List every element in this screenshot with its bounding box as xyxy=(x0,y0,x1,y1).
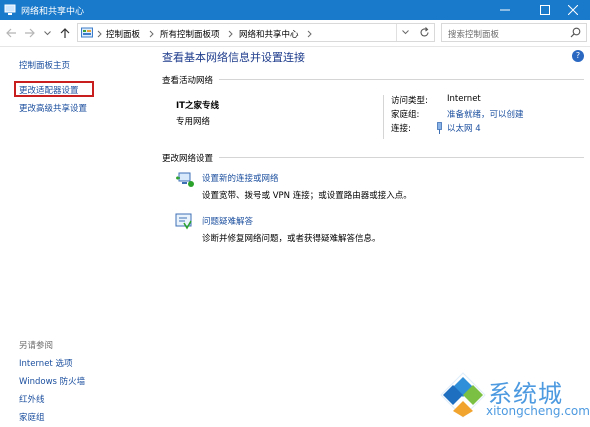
task-troubleshoot-link[interactable]: 问题疑难解答 xyxy=(202,215,253,227)
ethernet-icon xyxy=(437,122,442,134)
sidebar-item-infrared[interactable]: 红外线 xyxy=(19,393,45,405)
connection-label: 连接: xyxy=(391,124,411,134)
search-placeholder: 搜索控制面板 xyxy=(448,30,500,40)
homegroup-link[interactable]: 准备就绪，可以创建 xyxy=(447,108,524,120)
sidebar-item-internet-options[interactable]: Internet 选项 xyxy=(19,357,72,369)
breadcrumb-network-center[interactable]: 网络和共享中心 xyxy=(239,28,299,40)
control-panel-icon xyxy=(81,27,93,38)
title-bar: 网络和共享中心 xyxy=(0,0,590,20)
minimize-icon xyxy=(500,9,510,11)
window-title: 网络和共享中心 xyxy=(21,7,85,17)
homegroup-label: 家庭组: xyxy=(391,110,420,120)
section-divider xyxy=(219,157,584,158)
connection-link[interactable]: 以太网 4 xyxy=(447,122,481,134)
task-new-connection-link[interactable]: 设置新的连接或网络 xyxy=(202,172,279,184)
sidebar-item-homegroup[interactable]: 家庭组 xyxy=(19,411,45,423)
network-name: IT之家专线 xyxy=(176,101,219,111)
chevron-down-icon xyxy=(43,30,51,35)
breadcrumb-separator-icon xyxy=(97,30,102,38)
sidebar-item-change-adapter[interactable]: 更改适配器设置 xyxy=(19,84,79,96)
breadcrumb-separator-icon xyxy=(228,30,233,38)
section-divider xyxy=(219,79,584,80)
access-type-value: Internet xyxy=(447,94,481,104)
help-icon[interactable]: ? xyxy=(572,50,584,62)
new-connection-icon xyxy=(176,172,194,187)
sidebar-item-windows-firewall[interactable]: Windows 防火墙 xyxy=(19,375,85,387)
active-networks-heading: 查看活动网络 xyxy=(162,76,214,86)
address-divider xyxy=(396,24,397,41)
search-box[interactable]: 搜索控制面板 xyxy=(441,23,587,42)
watermark-url: xitongcheng.com xyxy=(486,404,590,418)
close-button[interactable] xyxy=(556,0,590,20)
up-button[interactable] xyxy=(58,25,72,41)
address-box[interactable]: 控制面板 所有控制面板项 网络和共享中心 xyxy=(77,23,435,42)
change-settings-heading: 更改网络设置 xyxy=(162,154,214,164)
address-bar: 控制面板 所有控制面板项 网络和共享中心 搜索控制面板 xyxy=(0,20,590,47)
vertical-divider xyxy=(383,95,384,139)
refresh-icon[interactable] xyxy=(419,27,430,38)
page-title: 查看基本网络信息并设置连接 xyxy=(162,51,305,64)
close-icon xyxy=(568,5,578,15)
up-arrow-icon xyxy=(60,27,70,38)
forward-button[interactable] xyxy=(22,25,36,41)
access-type-label: 访问类型: xyxy=(391,96,428,106)
maximize-icon xyxy=(540,5,550,15)
watermark-logo xyxy=(440,372,486,418)
network-center-icon xyxy=(4,4,16,15)
network-type: 专用网络 xyxy=(176,117,211,127)
sidebar-item-control-panel-home[interactable]: 控制面板主页 xyxy=(19,59,70,71)
breadcrumb-separator-icon xyxy=(149,30,154,38)
troubleshoot-icon xyxy=(175,213,192,230)
task-new-connection-desc: 设置宽带、拨号或 VPN 连接；或设置路由器或接入点。 xyxy=(202,191,412,201)
chevron-down-icon[interactable] xyxy=(402,30,409,35)
breadcrumb-control-panel[interactable]: 控制面板 xyxy=(106,28,140,40)
see-also-heading: 另请参阅 xyxy=(19,341,54,351)
task-troubleshoot-desc: 诊断并修复网络问题，或者获得疑难解答信息。 xyxy=(202,234,381,244)
forward-arrow-icon xyxy=(24,28,35,38)
sidebar-item-advanced-sharing[interactable]: 更改高级共享设置 xyxy=(19,102,87,114)
breadcrumb-all-items[interactable]: 所有控制面板项 xyxy=(160,28,220,40)
search-icon[interactable] xyxy=(570,27,581,38)
back-button[interactable] xyxy=(4,25,18,41)
back-arrow-icon xyxy=(5,28,16,38)
breadcrumb-separator-icon xyxy=(307,30,312,38)
minimize-button[interactable] xyxy=(488,0,522,20)
recent-locations-button[interactable] xyxy=(40,25,54,41)
